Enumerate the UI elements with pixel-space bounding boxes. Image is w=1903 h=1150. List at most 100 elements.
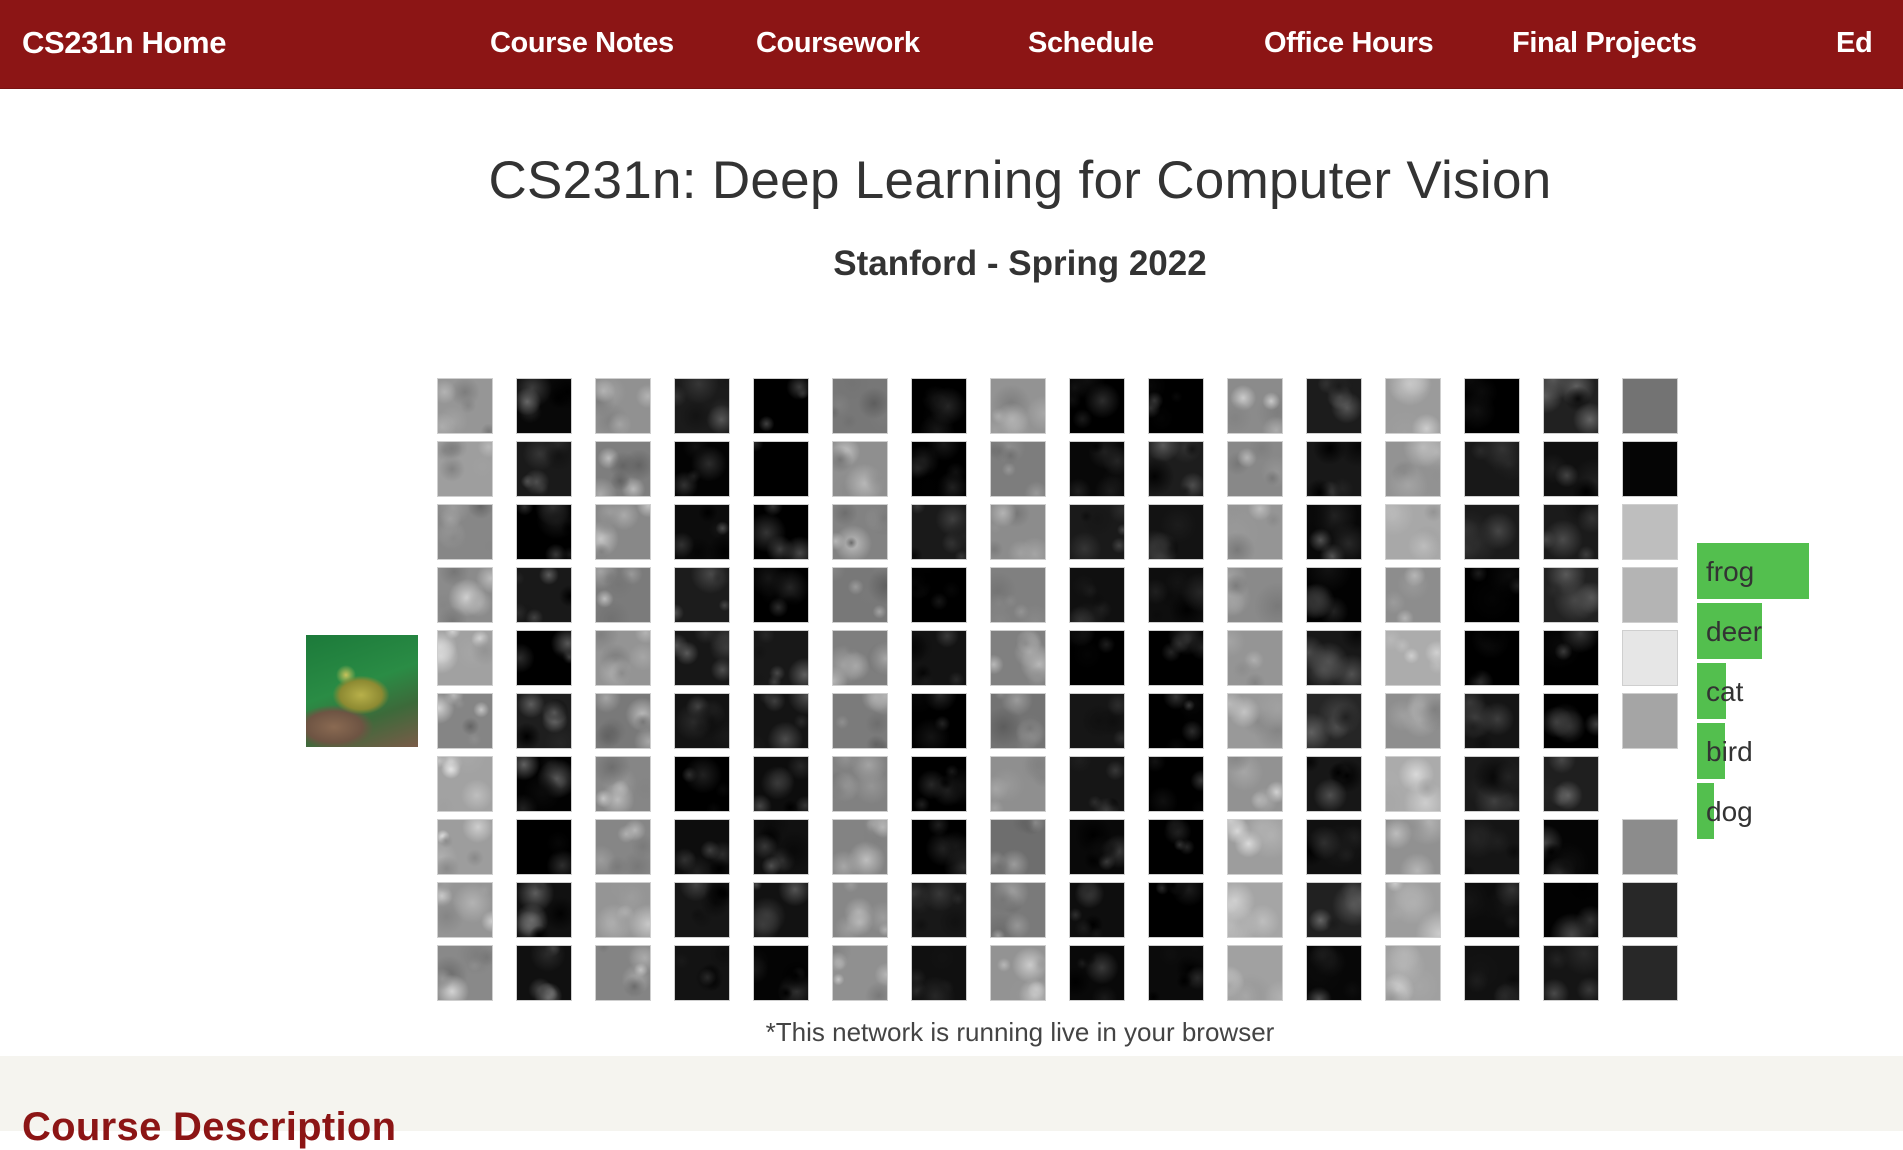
activation-map	[1622, 630, 1678, 686]
activation-map	[1227, 630, 1283, 686]
nav-schedule-link[interactable]: Schedule	[1028, 0, 1154, 88]
class-scores: frog deer cat bird dog	[1697, 543, 1877, 843]
page-title: CS231n: Deep Learning for Computer Visio…	[488, 151, 1552, 210]
activation-map	[674, 441, 730, 497]
activation-map	[990, 882, 1046, 938]
activation-map	[832, 441, 888, 497]
nav-ed-link[interactable]: Ed	[1836, 0, 1873, 88]
activation-map	[1622, 504, 1678, 560]
activation-grid	[437, 378, 1678, 1004]
activation-map	[1069, 378, 1125, 434]
activation-map	[516, 693, 572, 749]
activation-map	[674, 378, 730, 434]
activation-map	[1306, 630, 1362, 686]
activation-map	[1543, 756, 1599, 812]
page-subtitle: Stanford - Spring 2022	[833, 244, 1207, 283]
activation-map	[1069, 882, 1125, 938]
activation-map	[1622, 693, 1678, 749]
activation-map	[1464, 882, 1520, 938]
activation-map	[1148, 693, 1204, 749]
section-heading: Course Description	[22, 1105, 397, 1149]
activation-map	[1306, 693, 1362, 749]
activation-map	[516, 819, 572, 875]
activation-map	[990, 378, 1046, 434]
activation-map	[516, 756, 572, 812]
activation-map	[1622, 882, 1678, 938]
activation-map	[911, 441, 967, 497]
activation-map	[1385, 567, 1441, 623]
activation-map	[674, 819, 730, 875]
activation-map	[516, 882, 572, 938]
activation-map	[753, 378, 809, 434]
activation-map	[1069, 441, 1125, 497]
activation-map	[753, 504, 809, 560]
activation-map	[832, 756, 888, 812]
activation-map	[1385, 819, 1441, 875]
score-row-frog: frog	[1697, 543, 1877, 599]
activation-map	[1543, 567, 1599, 623]
nav-course-notes-link[interactable]: Course Notes	[490, 0, 674, 88]
activation-map	[1148, 819, 1204, 875]
activation-map	[1385, 945, 1441, 1001]
score-label: cat	[1706, 676, 1744, 707]
nav-home-link[interactable]: CS231n Home	[22, 0, 226, 88]
activation-map	[911, 882, 967, 938]
activation-map	[1148, 567, 1204, 623]
activation-map	[1464, 378, 1520, 434]
nav-office-hours-link[interactable]: Office Hours	[1264, 0, 1434, 88]
activation-map	[832, 819, 888, 875]
score-label: deer	[1706, 616, 1763, 647]
activation-map	[1148, 630, 1204, 686]
activation-map	[990, 630, 1046, 686]
activation-map	[1069, 630, 1125, 686]
activation-map	[911, 567, 967, 623]
activation-map	[1227, 504, 1283, 560]
activation-map	[832, 945, 888, 1001]
activation-map	[1227, 882, 1283, 938]
activation-map	[990, 441, 1046, 497]
nav-coursework-link[interactable]: Coursework	[756, 0, 920, 88]
activation-map	[1543, 819, 1599, 875]
activation-map	[1069, 819, 1125, 875]
activation-map	[990, 567, 1046, 623]
score-row-dog: dog	[1697, 783, 1877, 839]
activation-map	[1069, 567, 1125, 623]
activation-map	[595, 882, 651, 938]
activation-map	[1306, 504, 1362, 560]
activation-map	[674, 693, 730, 749]
activation-map	[911, 378, 967, 434]
activation-map	[516, 945, 572, 1001]
activation-map	[516, 504, 572, 560]
activation-map	[1464, 630, 1520, 686]
activation-map	[753, 693, 809, 749]
activation-map	[1543, 504, 1599, 560]
activation-map	[437, 756, 493, 812]
activation-map	[911, 945, 967, 1001]
activation-map	[1148, 504, 1204, 560]
activation-map	[832, 693, 888, 749]
activation-map	[1227, 819, 1283, 875]
activation-map	[437, 630, 493, 686]
activation-map	[1148, 945, 1204, 1001]
activation-map	[1543, 378, 1599, 434]
activation-map	[595, 945, 651, 1001]
nav-final-projects-link[interactable]: Final Projects	[1512, 0, 1697, 88]
activation-map	[1385, 630, 1441, 686]
activation-map	[753, 819, 809, 875]
activation-map	[1543, 693, 1599, 749]
activation-map	[1464, 504, 1520, 560]
activation-map	[1306, 567, 1362, 623]
activation-map	[990, 693, 1046, 749]
activation-map	[437, 504, 493, 560]
activation-map	[1148, 756, 1204, 812]
top-navbar: CS231n Home Course Notes Coursework Sche…	[0, 0, 1903, 89]
activation-map	[1543, 882, 1599, 938]
activation-map	[990, 945, 1046, 1001]
activation-map	[1227, 693, 1283, 749]
activation-map	[990, 819, 1046, 875]
activation-map	[1464, 693, 1520, 749]
activation-map	[595, 567, 651, 623]
score-row-cat: cat	[1697, 663, 1877, 719]
activation-map	[1622, 819, 1678, 875]
activation-map	[1385, 441, 1441, 497]
